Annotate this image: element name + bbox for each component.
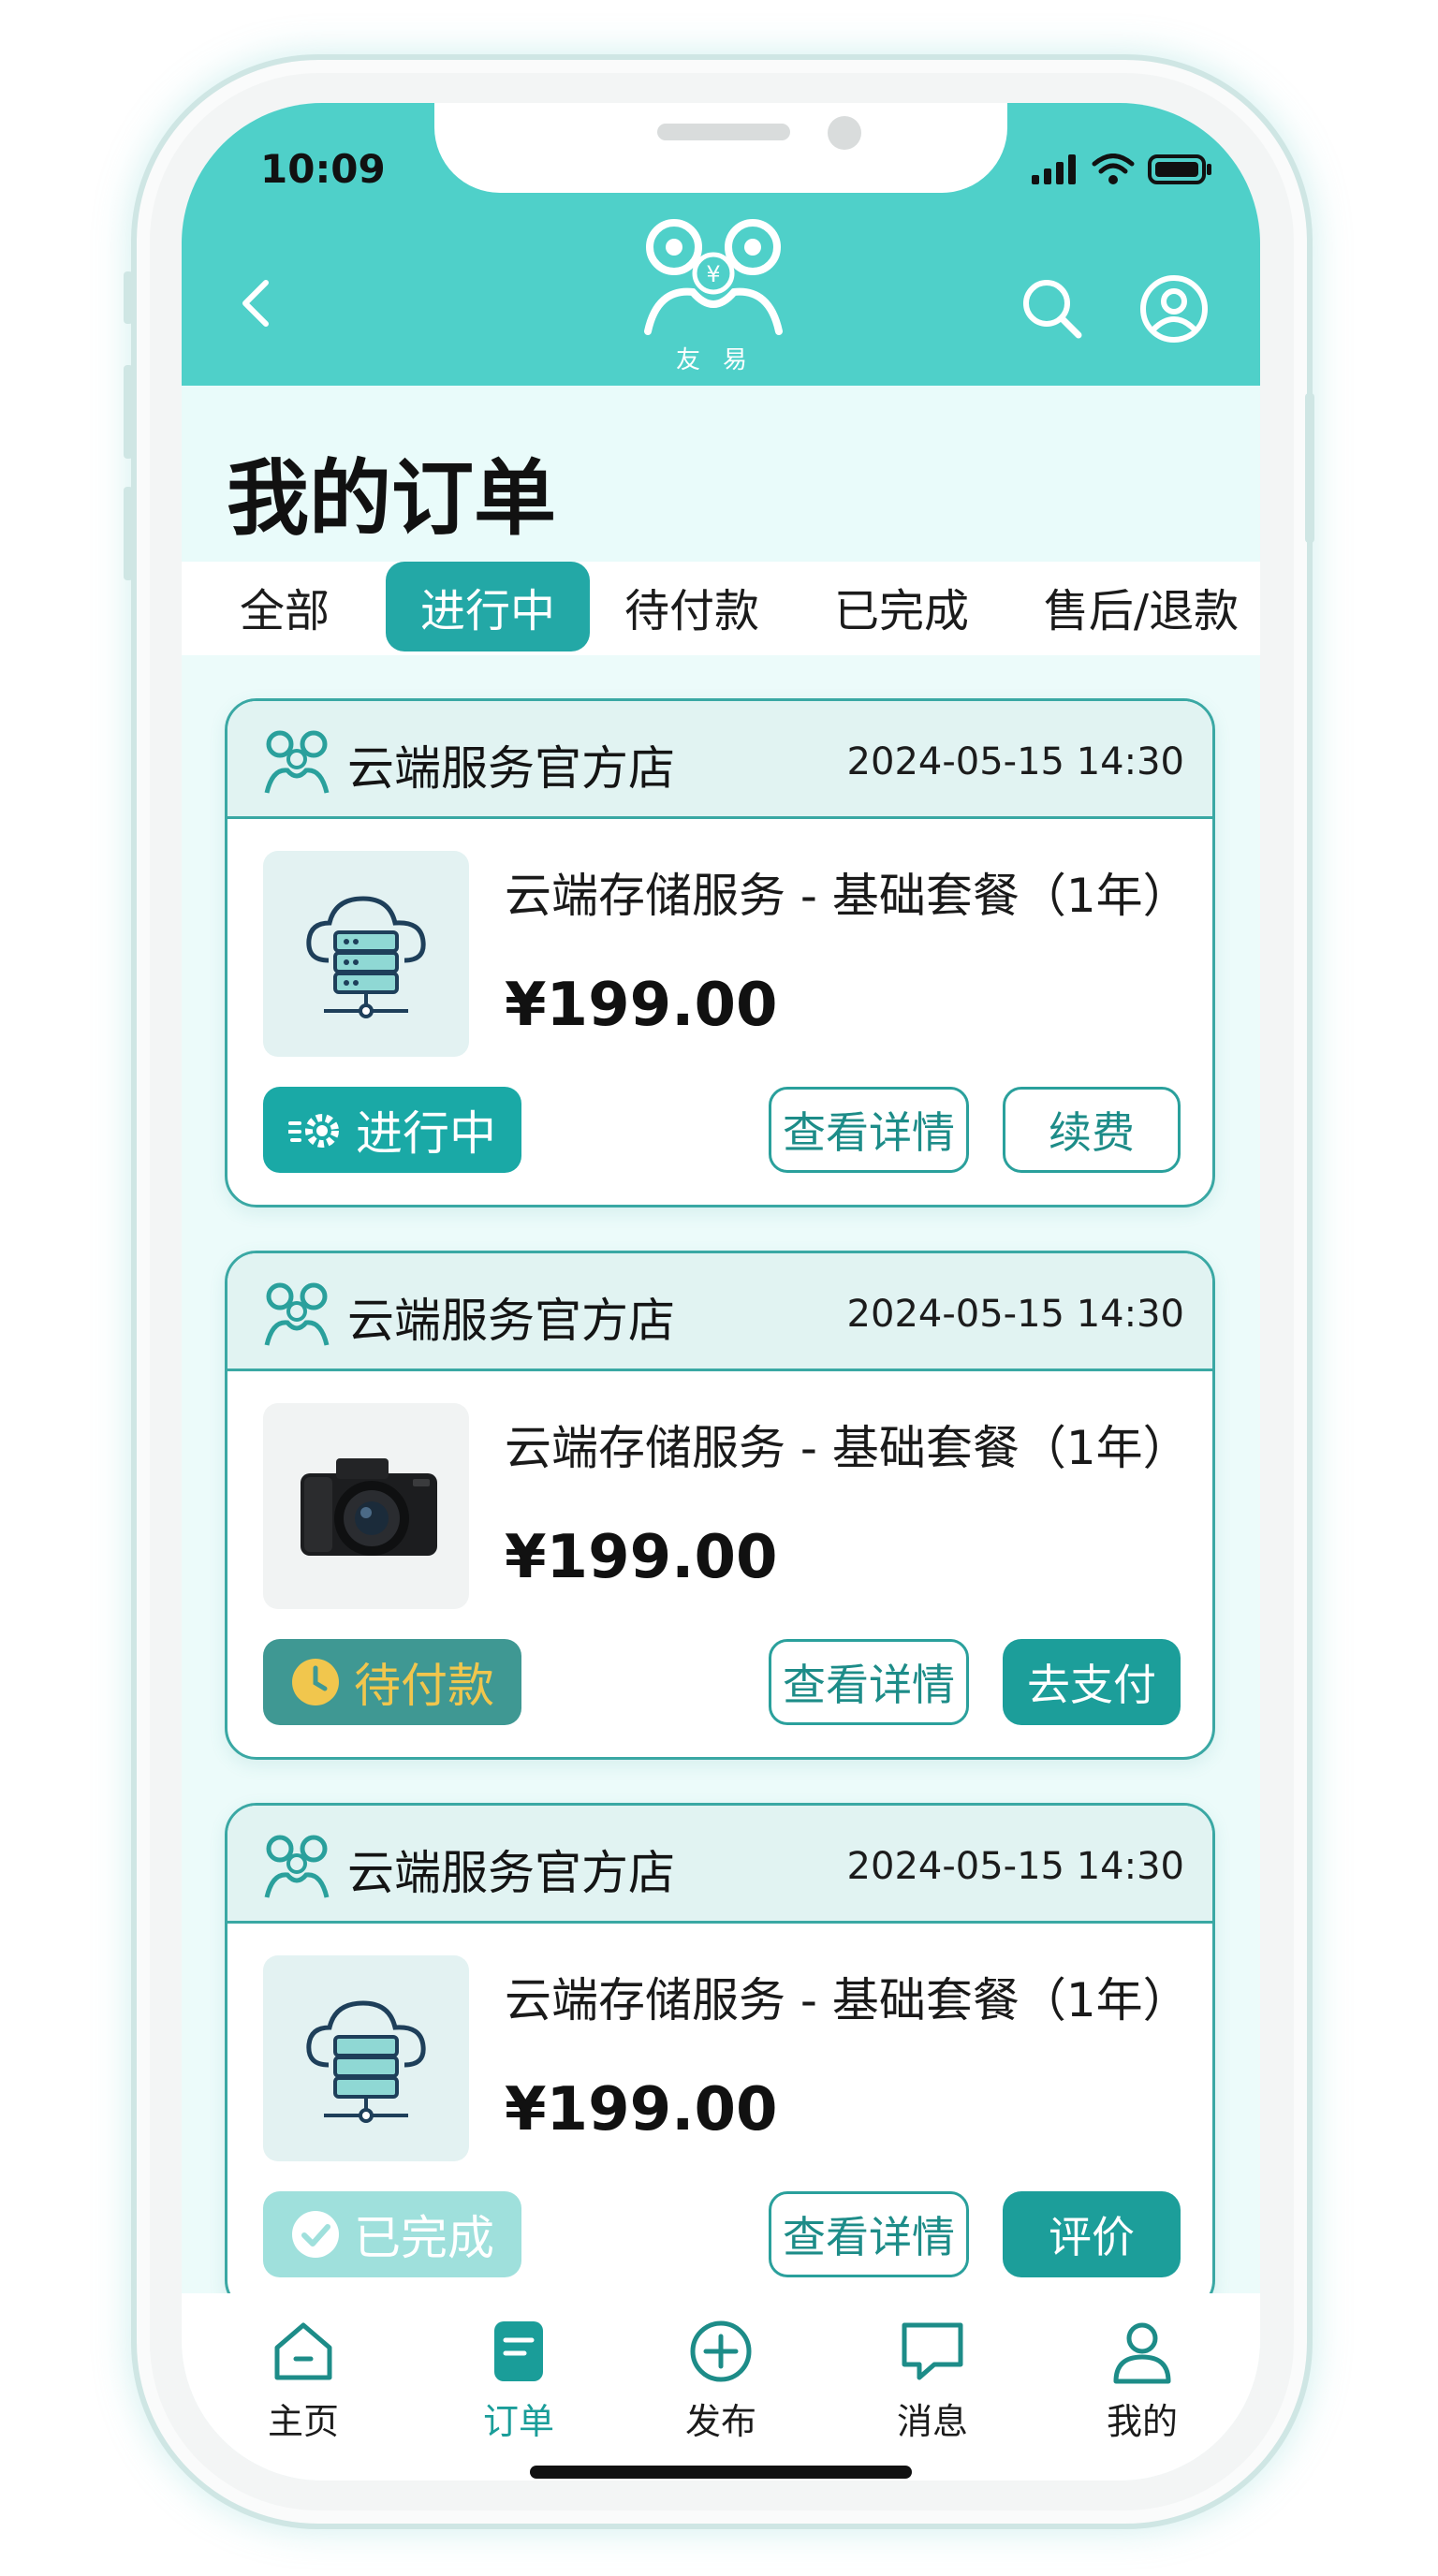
status-text: 进行中 xyxy=(356,1106,496,1161)
card-header: 云端服务官方店 2024-05-15 14:30 xyxy=(227,1806,1212,1924)
nav-orders[interactable]: 订单 xyxy=(444,2316,594,2442)
check-circle-icon xyxy=(292,2211,339,2258)
order-time: 2024-05-15 14:30 xyxy=(846,1293,1184,1336)
status-badge: 待付款 xyxy=(263,1639,521,1725)
user-avatar-icon xyxy=(1140,275,1208,343)
plus-circle-icon xyxy=(690,2320,752,2382)
nav-label: 我的 xyxy=(1106,2401,1178,2442)
message-icon xyxy=(902,2322,963,2380)
status-badge: 已完成 xyxy=(263,2191,521,2277)
nav-label: 订单 xyxy=(482,2401,554,2442)
shop-logo-icon xyxy=(264,1282,330,1346)
mascot-logo-icon: ¥ xyxy=(644,219,783,335)
phone-side-button xyxy=(124,271,133,324)
nav-label: 发布 xyxy=(684,2401,756,2442)
person-icon xyxy=(1113,2322,1171,2384)
view-details-button[interactable]: 查看详情 xyxy=(769,2191,969,2277)
nav-label: 消息 xyxy=(896,2401,968,2442)
order-card[interactable]: 云端服务官方店 2024-05-15 14:30 云端存储服务 - 基础套餐（1… xyxy=(225,698,1215,1208)
order-tabs: 全部 进行中 待付款 已完成 售后/退款 xyxy=(182,562,1260,655)
order-icon xyxy=(494,2321,543,2381)
app-screen: 10:09 ¥ 友易 我的订单 全部 进行中 待付款 已完成 售后/退款 云端服… xyxy=(182,103,1260,2481)
battery-icon xyxy=(1148,154,1211,184)
phone-volume-down xyxy=(124,487,133,580)
tab-after-sales[interactable]: 售后/退款 xyxy=(1030,562,1253,651)
search-icon xyxy=(1023,280,1082,339)
order-card[interactable]: 云端服务官方店 2024-05-15 14:30 云端存储服务 - 基础套餐（1… xyxy=(225,1803,1215,2312)
renew-button[interactable]: 续费 xyxy=(1003,1087,1181,1173)
status-text: 待付款 xyxy=(354,1659,494,1713)
nav-label: 主页 xyxy=(267,2401,339,2442)
status-text: 已完成 xyxy=(354,2211,494,2265)
order-card[interactable]: 云端服务官方店 2024-05-15 14:30 云端存储服务 - 基础套餐（1… xyxy=(225,1251,1215,1760)
gear-icon xyxy=(288,1114,339,1148)
pay-button[interactable]: 去支付 xyxy=(1003,1639,1181,1725)
tab-in-progress[interactable]: 进行中 xyxy=(386,562,590,651)
view-details-button[interactable]: 查看详情 xyxy=(769,1087,969,1173)
front-camera xyxy=(828,116,861,150)
view-details-button[interactable]: 查看详情 xyxy=(769,1639,969,1725)
home-icon xyxy=(274,2322,332,2380)
nav-publish[interactable]: 发布 xyxy=(646,2316,796,2442)
camera-photo xyxy=(301,1458,437,1556)
nav-me[interactable]: 我的 xyxy=(1067,2316,1217,2442)
product-name[interactable]: 云端存储服务 - 基础套餐（1年） xyxy=(505,1411,1190,1478)
cloud-server-icon xyxy=(306,2000,426,2123)
nav-home[interactable]: 主页 xyxy=(228,2316,378,2442)
product-price: ¥199.00 xyxy=(505,2075,778,2144)
app-header: 10:09 ¥ 友易 xyxy=(182,103,1260,386)
tab-pending-payment[interactable]: 待付款 xyxy=(612,562,771,651)
phone-power-button xyxy=(1305,393,1314,543)
order-time: 2024-05-15 14:30 xyxy=(846,1845,1184,1888)
product-price: ¥199.00 xyxy=(505,1523,778,1592)
status-time: 10:09 xyxy=(260,146,386,192)
review-button[interactable]: 评价 xyxy=(1003,2191,1181,2277)
chevron-left-icon xyxy=(242,280,269,327)
status-badge: 进行中 xyxy=(263,1087,521,1173)
svg-text:¥: ¥ xyxy=(706,261,720,287)
phone-volume-up xyxy=(124,365,133,459)
order-time: 2024-05-15 14:30 xyxy=(846,740,1184,783)
signal-icon xyxy=(1032,154,1076,184)
card-header: 云端服务官方店 2024-05-15 14:30 xyxy=(227,1253,1212,1371)
product-thumbnail[interactable] xyxy=(263,851,469,1057)
product-price: ¥199.00 xyxy=(505,971,778,1040)
product-thumbnail[interactable] xyxy=(263,1955,469,2161)
clock-icon xyxy=(292,1659,339,1705)
back-button[interactable] xyxy=(225,270,281,335)
shop-logo-icon xyxy=(264,730,330,794)
product-name[interactable]: 云端存储服务 - 基础套餐（1年） xyxy=(505,1963,1190,2030)
page-title: 我的订单 xyxy=(227,450,557,547)
shop-name[interactable]: 云端服务官方店 xyxy=(347,731,675,798)
logo-text: 友易 xyxy=(675,346,770,374)
shop-name[interactable]: 云端服务官方店 xyxy=(347,1836,675,1903)
tab-all[interactable]: 全部 xyxy=(219,562,350,651)
profile-button[interactable] xyxy=(1137,271,1211,346)
shop-name[interactable]: 云端服务官方店 xyxy=(347,1283,675,1351)
home-indicator xyxy=(530,2466,912,2479)
tab-completed[interactable]: 已完成 xyxy=(822,562,981,651)
speaker-grille xyxy=(657,124,790,140)
product-thumbnail[interactable] xyxy=(263,1403,469,1609)
bottom-nav: 主页 订单 发布 消息 我的 xyxy=(182,2293,1260,2481)
product-name[interactable]: 云端存储服务 - 基础套餐（1年） xyxy=(505,858,1190,926)
app-logo: ¥ 友易 xyxy=(638,213,788,382)
cloud-server-icon xyxy=(306,896,426,1018)
phone-notch xyxy=(434,103,1007,193)
shop-logo-icon xyxy=(264,1835,330,1898)
wifi-icon xyxy=(1092,154,1135,184)
status-icons xyxy=(1032,154,1213,185)
nav-messages[interactable]: 消息 xyxy=(858,2316,1007,2442)
card-header: 云端服务官方店 2024-05-15 14:30 xyxy=(227,701,1212,819)
search-button[interactable] xyxy=(1015,271,1090,346)
